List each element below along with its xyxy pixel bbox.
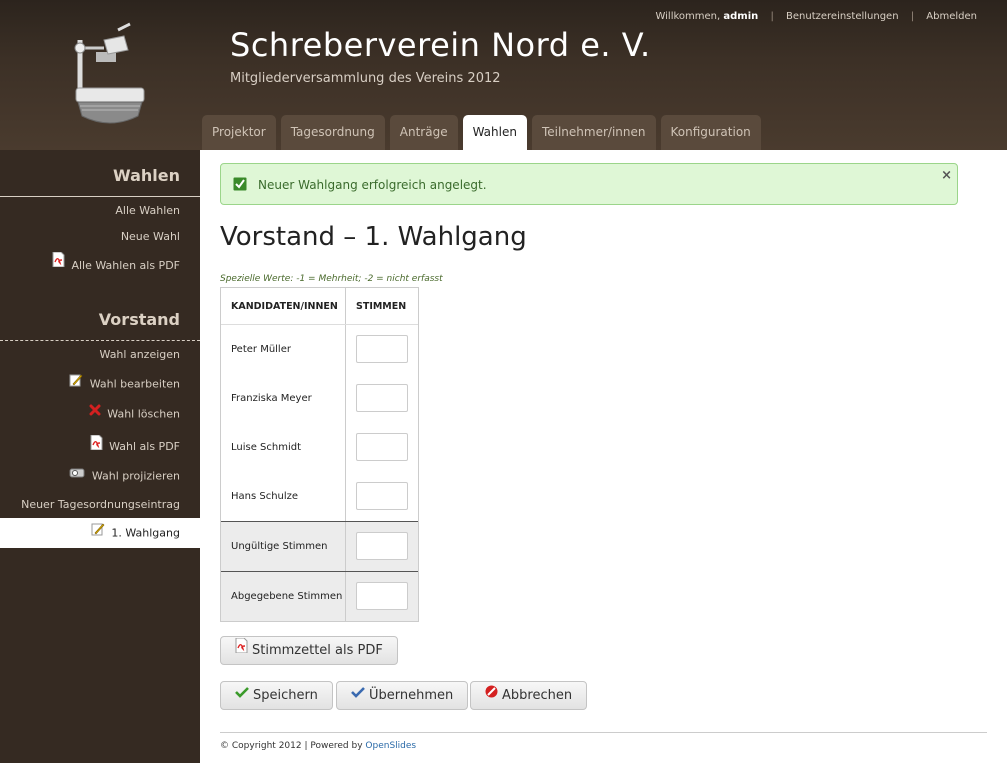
- checkmark-icon: [351, 681, 365, 708]
- button-label: Abbrechen: [502, 688, 573, 703]
- sidebar-item-active-wahlgang[interactable]: 1. Wahlgang: [0, 518, 200, 548]
- tab-antraege[interactable]: Anträge: [389, 115, 458, 150]
- openslides-link[interactable]: OpenSlides: [365, 741, 416, 751]
- sidebar-item-wahl-anzeigen[interactable]: Wahl anzeigen: [100, 348, 180, 361]
- sidebar-item-label: Wahl projizieren: [91, 469, 180, 483]
- sidebar-item-wahl-loeschen[interactable]: Wahl löschen: [89, 404, 180, 422]
- sidebar-item-neue-wahl[interactable]: Neue Wahl: [121, 230, 180, 243]
- invalid-votes-label: Ungültige Stimmen: [231, 541, 328, 552]
- table-row: Peter Müller: [221, 325, 418, 374]
- votes-input[interactable]: [356, 384, 408, 412]
- cancel-button[interactable]: Abbrechen: [470, 681, 588, 710]
- tab-teilnehmer[interactable]: Teilnehmer/innen: [531, 115, 656, 150]
- welcome-text: Willkommen,: [655, 11, 721, 22]
- sidebar-item-label: Alle Wahlen: [115, 204, 180, 217]
- tab-projektor[interactable]: Projektor: [202, 115, 276, 150]
- candidate-name: Hans Schulze: [231, 491, 299, 502]
- votes-table: KANDIDATEN/INNEN STIMMEN Peter Müller Fr…: [220, 287, 419, 622]
- sidebar: Wahlen Alle Wahlen Neue Wahl Alle Wahlen…: [0, 150, 200, 763]
- ballot-pdf-button[interactable]: Stimmzettel als PDF: [220, 636, 398, 665]
- table-row-cast: Abgegebene Stimmen: [221, 571, 418, 621]
- main-tabs: Projektor Tagesordnung Anträge Wahlen Te…: [202, 115, 766, 150]
- button-label: Übernehmen: [369, 688, 454, 703]
- candidate-name: Franziska Meyer: [231, 393, 312, 404]
- tab-tagesordnung[interactable]: Tagesordnung: [280, 115, 385, 150]
- invalid-votes-input[interactable]: [356, 532, 408, 560]
- site-subtitle: Mitgliederversammlung des Vereins 2012: [230, 71, 501, 86]
- button-label: Stimmzettel als PDF: [252, 643, 383, 658]
- success-alert: Neuer Wahlgang erfolgreich angelegt. ×: [220, 163, 958, 205]
- pdf-icon: [52, 251, 65, 270]
- sidebar-item-label: Wahl als PDF: [109, 440, 180, 453]
- header: Schreberverein Nord e. V. Mitgliedervers…: [0, 0, 1007, 150]
- username: admin: [723, 11, 759, 22]
- close-icon[interactable]: ×: [941, 168, 952, 183]
- cast-votes-input[interactable]: [356, 582, 408, 610]
- candidate-name: Luise Schmidt: [231, 442, 302, 453]
- sidebar-item-alle-wahlen-pdf[interactable]: Alle Wahlen als PDF: [52, 251, 180, 275]
- footer-divider: [220, 732, 987, 733]
- tab-konfiguration[interactable]: Konfiguration: [660, 115, 761, 150]
- sidebar-item-label: Wahl bearbeiten: [89, 377, 180, 391]
- column-header-candidates: KANDIDATEN/INNEN: [231, 301, 338, 312]
- table-row: Franziska Meyer: [221, 374, 418, 423]
- column-header-votes: STIMMEN: [356, 301, 407, 312]
- alert-message: Neuer Wahlgang erfolgreich angelegt.: [258, 178, 487, 192]
- candidate-name: Peter Müller: [231, 344, 291, 355]
- pdf-icon: [90, 434, 103, 453]
- tab-wahlen[interactable]: Wahlen: [462, 115, 527, 150]
- user-menu: Willkommen, admin | Benutzereinstellunge…: [655, 11, 977, 22]
- votes-input[interactable]: [356, 482, 408, 510]
- cast-votes-label: Abgegebene Stimmen: [231, 591, 343, 602]
- sidebar-item-label: 1. Wahlgang: [111, 526, 180, 540]
- sidebar-section-title: Vorstand: [0, 294, 200, 341]
- special-values-hint: Spezielle Werte: -1 = Mehrheit; -2 = nic…: [220, 274, 443, 284]
- footer: © Copyright 2012 | Powered by OpenSlides: [220, 741, 416, 751]
- sidebar-section-title: Wahlen: [0, 150, 200, 197]
- delete-icon: [89, 404, 101, 419]
- table-header: KANDIDATEN/INNEN STIMMEN: [221, 288, 418, 325]
- sidebar-item-wahl-als-pdf[interactable]: Wahl als PDF: [90, 434, 180, 456]
- footer-text: © Copyright 2012 | Powered by: [220, 741, 363, 751]
- site-title: Schreberverein Nord e. V.: [230, 26, 651, 64]
- overhead-projector-logo: [66, 22, 150, 130]
- sidebar-item-label: Alle Wahlen als PDF: [71, 259, 180, 272]
- sidebar-item-neuer-tagesordnungseintrag[interactable]: Neuer Tagesordnungseintrag: [21, 498, 180, 511]
- button-label: Speichern: [253, 688, 318, 703]
- edit-icon: [69, 373, 83, 390]
- menu-separator: |: [910, 11, 915, 22]
- user-settings-link[interactable]: Benutzereinstellungen: [786, 11, 899, 22]
- sidebar-item-label: Neue Wahl: [120, 230, 180, 243]
- edit-icon: [91, 522, 105, 539]
- page-title: Vorstand – 1. Wahlgang: [220, 222, 527, 252]
- sidebar-item-wahl-bearbeiten[interactable]: Wahl bearbeiten: [69, 373, 180, 393]
- table-row-invalid: Ungültige Stimmen: [221, 521, 418, 571]
- sidebar-item-alle-wahlen[interactable]: Alle Wahlen: [115, 204, 180, 217]
- votes-input[interactable]: [356, 433, 408, 461]
- apply-button[interactable]: Übernehmen: [336, 681, 469, 710]
- sidebar-item-wahl-projizieren[interactable]: Wahl projizieren: [69, 466, 180, 484]
- projector-icon: [69, 466, 85, 481]
- checkbox-success-icon: [233, 177, 247, 194]
- sidebar-item-label: Neuer Tagesordnungseintrag: [21, 498, 180, 511]
- menu-separator: |: [770, 11, 774, 22]
- table-row: Hans Schulze: [221, 472, 418, 521]
- save-button[interactable]: Speichern: [220, 681, 333, 710]
- checkmark-icon: [235, 681, 249, 708]
- cancel-icon: [485, 681, 498, 708]
- logout-link[interactable]: Abmelden: [926, 11, 977, 22]
- sidebar-item-label: Wahl löschen: [107, 407, 180, 421]
- pdf-icon: [235, 636, 248, 663]
- sidebar-item-label: Wahl anzeigen: [99, 348, 180, 361]
- table-row: Luise Schmidt: [221, 423, 418, 472]
- votes-input[interactable]: [356, 335, 408, 363]
